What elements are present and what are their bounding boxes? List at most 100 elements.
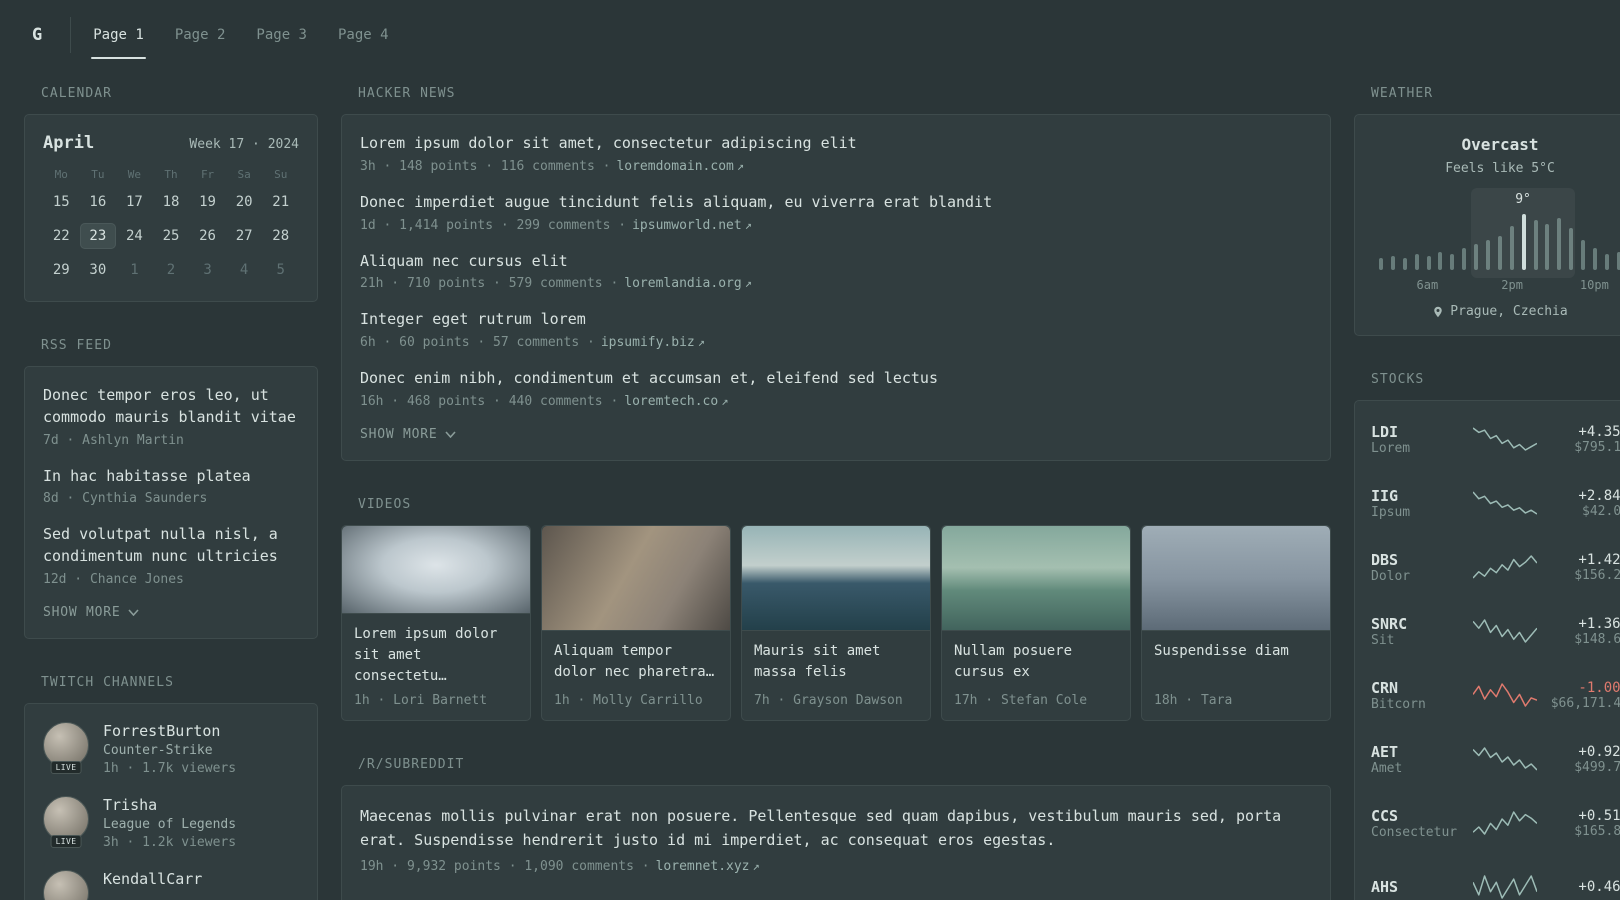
stock-values: +0.46% — [1545, 879, 1620, 895]
hackernews-item-domain[interactable]: loremdomain.com ↗ — [616, 159, 744, 174]
stock-row[interactable]: AHS +0.46% — [1371, 855, 1620, 900]
video-title[interactable]: Aliquam tempor dolor nec pharetra… — [542, 631, 730, 683]
middle-column: Hacker News Lorem ipsum dolor sit amet, … — [341, 86, 1331, 900]
stock-name: Ipsum — [1371, 504, 1411, 520]
hackernews-item-meta: 6h · 60 points · 57 comments · ipsumify.… — [360, 335, 1312, 350]
calendar-day-header: Sa — [237, 168, 251, 181]
video-card[interactable]: Mauris sit amet massa felis 7h · Grayson… — [741, 524, 931, 721]
calendar-month: April — [43, 133, 95, 153]
hackernews-show-more-button[interactable]: Show More — [360, 426, 457, 442]
video-card[interactable]: Lorem ipsum dolor sit amet consectetu… 1… — [341, 524, 531, 721]
calendar-day[interactable]: 20 — [226, 189, 263, 215]
video-card[interactable]: Nullam posuere cursus ex 17h · Stefan Co… — [941, 524, 1131, 721]
twitch-channel-row[interactable]: LIVE Trisha League of Legends 3h · 1.2k … — [43, 795, 299, 850]
top-nav: G Page 1 Page 2 Page 3 Page 4 — [0, 0, 1620, 70]
calendar-day[interactable]: 23 — [79, 223, 117, 249]
calendar-day[interactable]: 2 — [153, 257, 190, 283]
video-title[interactable]: Nullam posuere cursus ex — [942, 631, 1130, 683]
hackernews-item-title[interactable]: Aliquam nec cursus elit — [360, 251, 1312, 273]
tab-page-3[interactable]: Page 3 — [254, 21, 309, 49]
nav-divider — [70, 17, 72, 53]
stock-row[interactable]: AET Amet +0.92% $499.72 — [1371, 727, 1620, 791]
twitch-channel-name[interactable]: KendallCarr — [103, 870, 202, 888]
hackernews-item-stats: 16h · 468 points · 440 comments · — [360, 393, 619, 409]
twitch-channel-name[interactable]: ForrestBurton — [103, 722, 236, 740]
stock-sparkline — [1473, 619, 1537, 643]
app-logo: G — [32, 25, 43, 45]
calendar-day[interactable]: 21 — [262, 189, 299, 215]
calendar-grid: Mo Tu We Th Fr Sa Su 15 16 17 18 19 20 2… — [43, 168, 299, 283]
live-badge: LIVE — [50, 834, 82, 848]
video-title[interactable]: Mauris sit amet massa felis — [742, 631, 930, 683]
calendar-day[interactable]: 5 — [262, 257, 299, 283]
tab-page-1[interactable]: Page 1 — [91, 21, 146, 59]
calendar-day[interactable]: 22 — [43, 223, 80, 249]
video-card[interactable]: Aliquam tempor dolor nec pharetra… 1h · … — [541, 524, 731, 721]
weather-time-label: 2pm — [1501, 278, 1523, 292]
rss-item-title[interactable]: In hac habitasse platea — [43, 466, 299, 488]
twitch-channel-name[interactable]: Trisha — [103, 796, 236, 814]
video-thumbnail[interactable] — [742, 525, 930, 631]
stock-row[interactable]: CCS Consectetur +0.51% $165.84 — [1371, 791, 1620, 855]
hackernews-item-title[interactable]: Lorem ipsum dolor sit amet, consectetur … — [360, 133, 1312, 155]
calendar-day-header: Th — [164, 168, 178, 181]
stock-row[interactable]: DBS Dolor +1.42% $156.28 — [1371, 535, 1620, 599]
calendar-day[interactable]: 15 — [43, 189, 80, 215]
calendar-day[interactable]: 28 — [262, 223, 299, 249]
calendar-day[interactable]: 17 — [116, 189, 153, 215]
video-thumbnail[interactable] — [542, 525, 730, 631]
stock-symbol: DBS — [1371, 550, 1399, 569]
rss-show-more-button[interactable]: Show More — [43, 605, 140, 620]
calendar-day[interactable]: 19 — [189, 189, 226, 215]
calendar-day[interactable]: 4 — [226, 257, 263, 283]
calendar-day[interactable]: 1 — [116, 257, 153, 283]
external-link-icon: ↗ — [752, 858, 760, 873]
rss-item-meta: 8d · Cynthia Saunders — [43, 491, 299, 506]
stock-price: $148.64 — [1574, 631, 1620, 647]
calendar-day[interactable]: 30 — [80, 257, 117, 283]
calendar-day[interactable]: 3 — [189, 257, 226, 283]
hackernews-item-domain[interactable]: loremtech.co ↗ — [624, 394, 728, 409]
video-thumbnail[interactable] — [1142, 525, 1330, 631]
calendar-day[interactable]: 27 — [226, 223, 263, 249]
video-title[interactable]: Suspendisse diam — [1142, 631, 1330, 662]
weather-location[interactable]: Prague, Czechia — [1373, 304, 1620, 319]
video-card[interactable]: Suspendisse diam 18h · Tara — [1141, 524, 1331, 721]
reddit-post-title[interactable]: Maecenas mollis pulvinar erat non posuer… — [360, 804, 1312, 852]
calendar-day[interactable]: 26 — [189, 223, 226, 249]
hackernews-item-title[interactable]: Integer eget rutrum lorem — [360, 309, 1312, 331]
calendar-day[interactable]: 25 — [153, 223, 190, 249]
video-title[interactable]: Lorem ipsum dolor sit amet consectetu… — [342, 614, 530, 687]
calendar-day[interactable]: 29 — [43, 257, 80, 283]
weather-time-label: 10pm — [1579, 278, 1609, 292]
stock-values: -1.00% $66,171.48 — [1545, 680, 1620, 711]
video-thumbnail[interactable] — [342, 525, 530, 614]
hackernews-item-domain[interactable]: ipsumify.biz ↗ — [601, 335, 705, 350]
rss-item-title[interactable]: Donec tempor eros leo, ut commodo mauris… — [43, 385, 299, 429]
hackernews-item-title[interactable]: Donec imperdiet augue tincidunt felis al… — [360, 192, 1312, 214]
stock-name: Dolor — [1371, 568, 1411, 584]
stock-identity: DBS Dolor — [1371, 551, 1465, 584]
rss-item-title[interactable]: Sed volutpat nulla nisl, a condimentum n… — [43, 524, 299, 568]
stock-row[interactable]: SNRC Sit +1.36% $148.64 — [1371, 599, 1620, 663]
calendar-day[interactable]: 24 — [116, 223, 153, 249]
stock-change: +0.92% — [1578, 743, 1620, 760]
hackernews-item-title[interactable]: Donec enim nibh, condimentum et accumsan… — [360, 368, 1312, 390]
hackernews-item-domain[interactable]: ipsumworld.net ↗ — [632, 218, 752, 233]
stock-row[interactable]: LDI Lorem +4.35% $795.18 — [1371, 407, 1620, 471]
stock-change: +1.36% — [1578, 615, 1620, 632]
show-more-label: Show More — [360, 426, 438, 442]
video-thumbnail[interactable] — [942, 525, 1130, 631]
tab-page-2[interactable]: Page 2 — [173, 21, 228, 49]
stock-row[interactable]: IIG Ipsum +2.84% $42.04 — [1371, 471, 1620, 535]
tab-page-4[interactable]: Page 4 — [336, 21, 391, 49]
domain-text: loremlandia.org — [624, 276, 742, 292]
twitch-channel-row[interactable]: LIVE ForrestBurton Counter-Strike 1h · 1… — [43, 721, 299, 776]
hackernews-item-domain[interactable]: loremlandia.org ↗ — [624, 276, 752, 291]
twitch-channel-row[interactable]: LIVE KendallCarr — [43, 869, 299, 900]
calendar-day[interactable]: 18 — [153, 189, 190, 215]
rss-item-meta: 12d · Chance Jones — [43, 572, 299, 587]
calendar-day[interactable]: 16 — [80, 189, 117, 215]
stock-row[interactable]: CRN Bitcorn -1.00% $66,171.48 — [1371, 663, 1620, 727]
reddit-post-domain[interactable]: loremnet.xyz ↗ — [656, 859, 760, 874]
